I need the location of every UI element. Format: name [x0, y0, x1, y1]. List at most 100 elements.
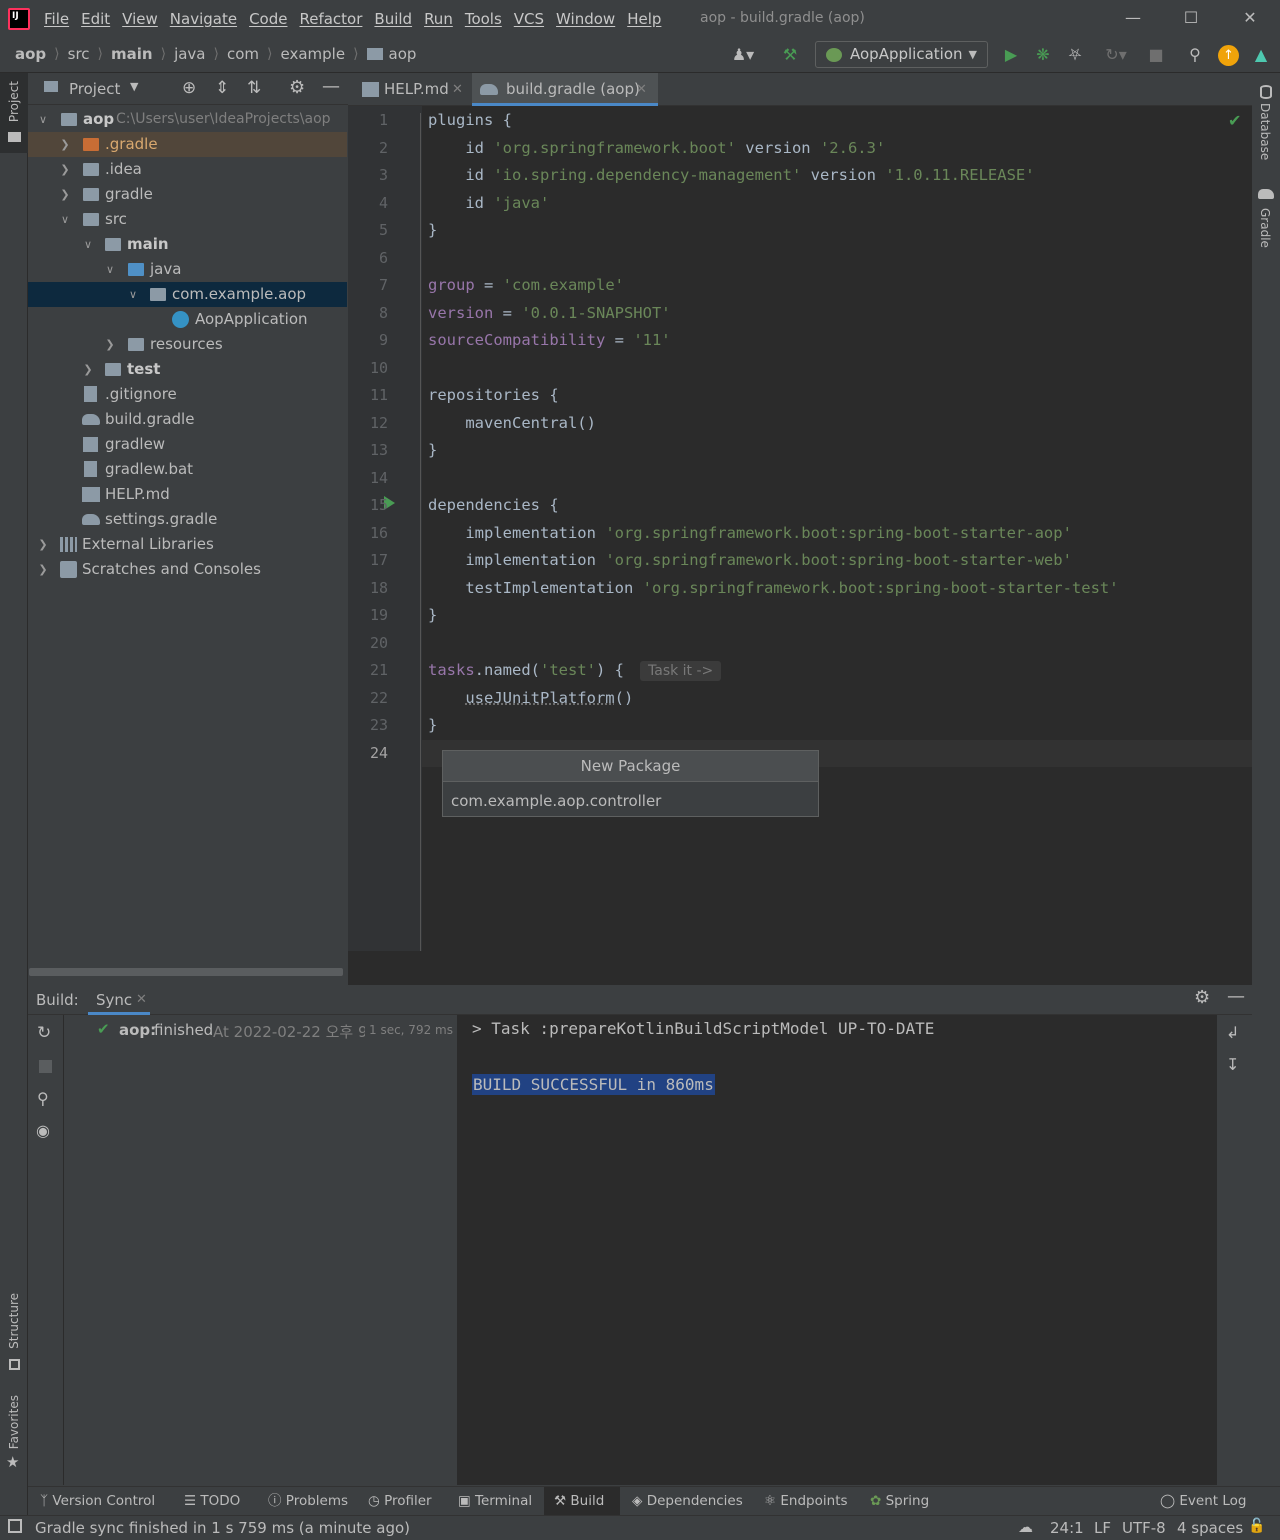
- tree-item-build-gradle[interactable]: build.gradle: [28, 407, 347, 432]
- tab-version-control[interactable]: ᛉ Version Control: [40, 1487, 174, 1516]
- chevron-right-icon[interactable]: ❯: [36, 557, 50, 582]
- breadcrumb-src[interactable]: src: [68, 45, 90, 63]
- code-line[interactable]: sourceCompatibility = '11': [428, 331, 671, 349]
- tab-event-log[interactable]: ◯ Event Log: [1160, 1487, 1250, 1516]
- project-view-select[interactable]: Project: [69, 80, 120, 98]
- tree-item-aopapplication[interactable]: AopApplication: [28, 307, 347, 332]
- tab-profiler[interactable]: ◷ Profiler: [368, 1487, 448, 1516]
- build-console[interactable]: > Task :prepareKotlinBuildScriptModel UP…: [457, 1015, 1217, 1485]
- hide-icon[interactable]: —: [322, 76, 340, 97]
- code-line[interactable]: group = 'com.example': [428, 276, 624, 294]
- tree-item-aop[interactable]: ∨ aop C:\Users\user\IdeaProjects\aop: [28, 107, 347, 132]
- tab-dependencies[interactable]: ◈ Dependencies: [632, 1487, 750, 1516]
- breadcrumb-java[interactable]: java: [174, 45, 205, 63]
- code-line[interactable]: dependencies {: [428, 496, 559, 514]
- menu-help[interactable]: Help: [627, 10, 661, 28]
- collapse-all-icon[interactable]: ⇅: [247, 78, 261, 98]
- horizontal-scrollbar[interactable]: [29, 968, 343, 976]
- tab-todo[interactable]: ☰ TODO: [184, 1487, 258, 1516]
- chevron-down-icon[interactable]: ▼: [130, 80, 138, 93]
- tree-item-test[interactable]: ❯ test: [28, 357, 347, 382]
- breadcrumb-example[interactable]: example: [280, 45, 345, 63]
- code-line[interactable]: id 'io.spring.dependency-management' ver…: [428, 166, 1034, 184]
- tab-terminal[interactable]: ▣ Terminal: [458, 1487, 542, 1516]
- project-tool-tab[interactable]: Project: [0, 73, 28, 153]
- package-name-input[interactable]: com.example.aop.controller: [451, 792, 661, 810]
- menu-file[interactable]: File: [44, 10, 69, 28]
- tree-item-src[interactable]: ∨ src: [28, 207, 347, 232]
- breadcrumb-com[interactable]: com: [227, 45, 259, 63]
- tree-item-settings-gradle[interactable]: settings.gradle: [28, 507, 347, 532]
- chevron-down-icon[interactable]: ∨: [58, 207, 72, 232]
- tree-item-gradlew-bat[interactable]: gradlew.bat: [28, 457, 347, 482]
- tab-build[interactable]: ⚒ Build: [544, 1487, 620, 1516]
- close-icon[interactable]: ✕: [1238, 6, 1262, 30]
- code-line[interactable]: id 'java': [428, 194, 549, 212]
- tab-build-gradle[interactable]: build.gradle (aop) ✕: [472, 73, 658, 106]
- chevron-right-icon[interactable]: ❯: [103, 332, 117, 357]
- tab-help-md[interactable]: HELP.md ✕: [358, 73, 470, 106]
- hide-icon[interactable]: —: [1227, 986, 1245, 1007]
- gradle-sync-icon[interactable]: ☁: [1018, 1518, 1033, 1536]
- menu-code[interactable]: Code: [249, 10, 287, 28]
- code-line[interactable]: mavenCentral(): [428, 414, 596, 432]
- menu-tools[interactable]: Tools: [465, 10, 502, 28]
- chevron-right-icon[interactable]: ❯: [58, 132, 72, 157]
- expand-all-icon[interactable]: ⇕: [215, 78, 229, 98]
- code-line[interactable]: }: [428, 716, 437, 734]
- tree-item-idea[interactable]: ❯ .idea: [28, 157, 347, 182]
- run-icon[interactable]: ▶: [1000, 44, 1022, 66]
- code-line[interactable]: version = '0.0.1-SNAPSHOT': [428, 304, 671, 322]
- chevron-right-icon[interactable]: ❯: [81, 357, 95, 382]
- code-line[interactable]: id 'org.springframework.boot' version '2…: [428, 139, 885, 157]
- chevron-down-icon[interactable]: ∨: [36, 107, 50, 132]
- chevron-right-icon[interactable]: ❯: [36, 532, 50, 557]
- gear-icon[interactable]: ⚙: [1194, 987, 1210, 1008]
- locate-icon[interactable]: ⊕: [182, 78, 196, 98]
- tree-item-java[interactable]: ∨ java: [28, 257, 347, 282]
- indent-setting[interactable]: 4 spaces: [1177, 1519, 1243, 1537]
- minimize-icon[interactable]: —: [1121, 6, 1145, 30]
- code-line[interactable]: }: [428, 221, 437, 239]
- close-icon[interactable]: ✕: [636, 73, 647, 106]
- pin-icon[interactable]: ⚲: [37, 1089, 49, 1108]
- toggle-tool-windows-icon[interactable]: [8, 1519, 22, 1533]
- menu-window[interactable]: Window: [556, 10, 615, 28]
- menu-navigate[interactable]: Navigate: [170, 10, 237, 28]
- menu-build[interactable]: Build: [374, 10, 412, 28]
- favorites-tool-tab[interactable]: Favorites ★: [0, 1393, 28, 1478]
- profile-dropdown-icon[interactable]: ↻▾: [1096, 44, 1136, 66]
- inlay-hint[interactable]: Task it ->: [640, 661, 722, 681]
- line-separator[interactable]: LF: [1094, 1519, 1111, 1537]
- code-line[interactable]: plugins {: [428, 111, 512, 129]
- tree-item-help-md[interactable]: HELP.md: [28, 482, 347, 507]
- close-icon[interactable]: ✕: [136, 992, 147, 1007]
- sync-icon[interactable]: ↻: [37, 1023, 51, 1043]
- menu-edit[interactable]: Edit: [81, 10, 110, 28]
- menu-run[interactable]: Run: [424, 10, 453, 28]
- stop-icon[interactable]: ■: [1145, 44, 1167, 66]
- tab-endpoints[interactable]: ⚛ Endpoints: [764, 1487, 856, 1516]
- tab-problems[interactable]: ⓘ Problems: [268, 1487, 358, 1516]
- lock-icon[interactable]: 🔓: [1248, 1518, 1265, 1534]
- code-line[interactable]: useJUnitPlatform(): [428, 689, 633, 707]
- search-icon[interactable]: ⚲: [1184, 44, 1206, 66]
- code-line[interactable]: }: [428, 606, 437, 624]
- eye-icon[interactable]: ◉: [36, 1121, 50, 1140]
- tree-item-com-example-aop[interactable]: ∨ com.example.aop: [28, 282, 347, 307]
- database-tool-tab[interactable]: Database: [1258, 103, 1272, 160]
- tab-sync[interactable]: Sync ✕: [88, 985, 150, 1015]
- tab-spring[interactable]: ✿ Spring: [870, 1487, 938, 1516]
- code-line[interactable]: tasks.named('test') {: [428, 661, 624, 679]
- tree-item-gradlew[interactable]: gradlew: [28, 432, 347, 457]
- maximize-icon[interactable]: ☐: [1179, 6, 1203, 30]
- user-dropdown-icon[interactable]: ♟▾: [726, 44, 760, 66]
- menu-refactor[interactable]: Refactor: [299, 10, 362, 28]
- tree-item-external-libraries[interactable]: ❯ External Libraries: [28, 532, 347, 557]
- code-line[interactable]: }: [428, 441, 437, 459]
- tree-item-gradle[interactable]: ❯ gradle: [28, 182, 347, 207]
- breadcrumb-aop[interactable]: aop: [15, 45, 46, 63]
- caret-position[interactable]: 24:1: [1050, 1519, 1084, 1537]
- file-encoding[interactable]: UTF-8: [1122, 1519, 1166, 1537]
- tree-item-resources[interactable]: ❯ resources: [28, 332, 347, 357]
